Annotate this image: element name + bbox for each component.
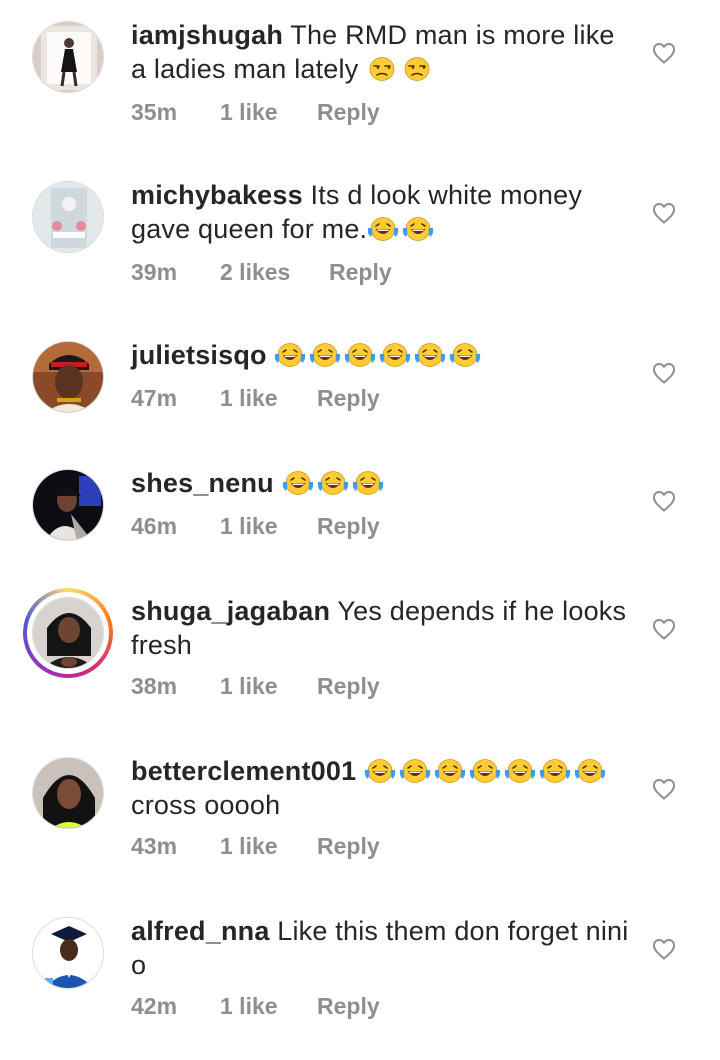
profile-picture	[32, 469, 104, 541]
comment-item: michybakess Its d look white money gave …	[0, 178, 720, 298]
reply-button[interactable]: Reply	[317, 993, 380, 1020]
laughing-emoji	[379, 342, 411, 368]
comment-likes-count[interactable]: 1 like	[220, 99, 278, 126]
profile-picture	[32, 757, 104, 829]
laughing-emoji	[364, 758, 396, 784]
comment-likes-count[interactable]: 1 like	[220, 513, 278, 540]
unamused-emoji	[366, 56, 398, 82]
reply-button[interactable]: Reply	[317, 513, 380, 540]
comment-body: iamjshugah The RMD man is more like a la…	[131, 18, 631, 86]
unamused-emoji	[401, 56, 433, 82]
laughing-emoji	[504, 758, 536, 784]
comment-item: shes_nenu 46m 1 like Reply	[0, 466, 720, 556]
avatar[interactable]	[32, 469, 104, 541]
comment-timestamp: 38m	[131, 673, 178, 699]
heart-outline-icon[interactable]	[652, 618, 676, 642]
comment-emoji	[282, 468, 387, 498]
profile-picture	[32, 917, 104, 989]
heart-outline-icon[interactable]	[652, 938, 676, 962]
reply-button[interactable]: Reply	[317, 99, 380, 126]
comment-item: alfred_nna Like this them don forget nin…	[0, 914, 720, 1034]
comment-likes-count[interactable]: 1 like	[220, 385, 278, 412]
comment-item: iamjshugah The RMD man is more like a la…	[0, 18, 720, 138]
profile-picture	[32, 181, 104, 253]
laughing-emoji	[402, 216, 434, 242]
laughing-emoji	[274, 342, 306, 368]
avatar[interactable]	[32, 21, 104, 93]
comment-timestamp: 39m	[131, 259, 178, 285]
comment-likes-count[interactable]: 2 likes	[220, 259, 290, 286]
comment-body: michybakess Its d look white money gave …	[131, 178, 631, 246]
profile-picture	[32, 21, 104, 93]
comment-item: shuga_jagaban Yes depends if he looks fr…	[0, 588, 720, 714]
comment-text: cross ooooh	[131, 790, 281, 820]
comment-item: julietsisqo 47m 1 like Reply	[0, 338, 720, 428]
reply-button[interactable]: Reply	[317, 385, 380, 412]
comment-timestamp: 46m	[131, 513, 178, 539]
heart-outline-icon[interactable]	[652, 202, 676, 226]
heart-outline-icon[interactable]	[652, 362, 676, 386]
comment-timestamp: 35m	[131, 99, 178, 125]
laughing-emoji	[434, 758, 466, 784]
comment-body: shes_nenu	[131, 466, 631, 500]
comment-likes-count[interactable]: 1 like	[220, 833, 278, 860]
laughing-emoji	[539, 758, 571, 784]
laughing-emoji	[282, 470, 314, 496]
comment-timestamp: 42m	[131, 993, 178, 1019]
comment-likes-count[interactable]: 1 like	[220, 993, 278, 1020]
comment-emoji	[274, 340, 484, 370]
laughing-emoji	[449, 342, 481, 368]
laughing-emoji	[309, 342, 341, 368]
comment-emoji	[367, 214, 437, 244]
comment-timestamp: 43m	[131, 833, 178, 859]
reply-button[interactable]: Reply	[329, 259, 392, 286]
heart-outline-icon[interactable]	[652, 42, 676, 66]
comment-username[interactable]: shes_nenu	[131, 468, 274, 498]
comment-body: alfred_nna Like this them don forget nin…	[131, 914, 631, 982]
comment-likes-count[interactable]: 1 like	[220, 673, 278, 700]
laughing-emoji	[414, 342, 446, 368]
comment-item: betterclement001 cross ooooh 43m 1 like …	[0, 754, 720, 874]
profile-picture	[32, 597, 104, 669]
comment-timestamp: 47m	[131, 385, 178, 411]
comment-emoji	[366, 54, 436, 84]
comment-body: julietsisqo	[131, 338, 631, 372]
avatar[interactable]	[32, 341, 104, 413]
comment-body: betterclement001 cross ooooh	[131, 754, 631, 822]
reply-button[interactable]: Reply	[317, 673, 380, 700]
comment-username[interactable]: alfred_nna	[131, 916, 270, 946]
laughing-emoji	[399, 758, 431, 784]
avatar[interactable]	[23, 588, 113, 678]
laughing-emoji	[574, 758, 606, 784]
avatar[interactable]	[32, 181, 104, 253]
reply-button[interactable]: Reply	[317, 833, 380, 860]
comment-username[interactable]: michybakess	[131, 180, 303, 210]
comment-username[interactable]: iamjshugah	[131, 20, 283, 50]
comment-username[interactable]: shuga_jagaban	[131, 596, 330, 626]
avatar[interactable]	[32, 757, 104, 829]
profile-picture	[32, 341, 104, 413]
laughing-emoji	[344, 342, 376, 368]
laughing-emoji	[469, 758, 501, 784]
avatar[interactable]	[32, 917, 104, 989]
comment-list: iamjshugah The RMD man is more like a la…	[0, 0, 720, 1060]
laughing-emoji	[367, 216, 399, 242]
heart-outline-icon[interactable]	[652, 490, 676, 514]
laughing-emoji	[352, 470, 384, 496]
laughing-emoji	[317, 470, 349, 496]
comment-emoji	[364, 756, 609, 786]
comment-username[interactable]: julietsisqo	[131, 340, 267, 370]
comment-username[interactable]: betterclement001	[131, 756, 356, 786]
comment-body: shuga_jagaban Yes depends if he looks fr…	[131, 594, 631, 662]
heart-outline-icon[interactable]	[652, 778, 676, 802]
